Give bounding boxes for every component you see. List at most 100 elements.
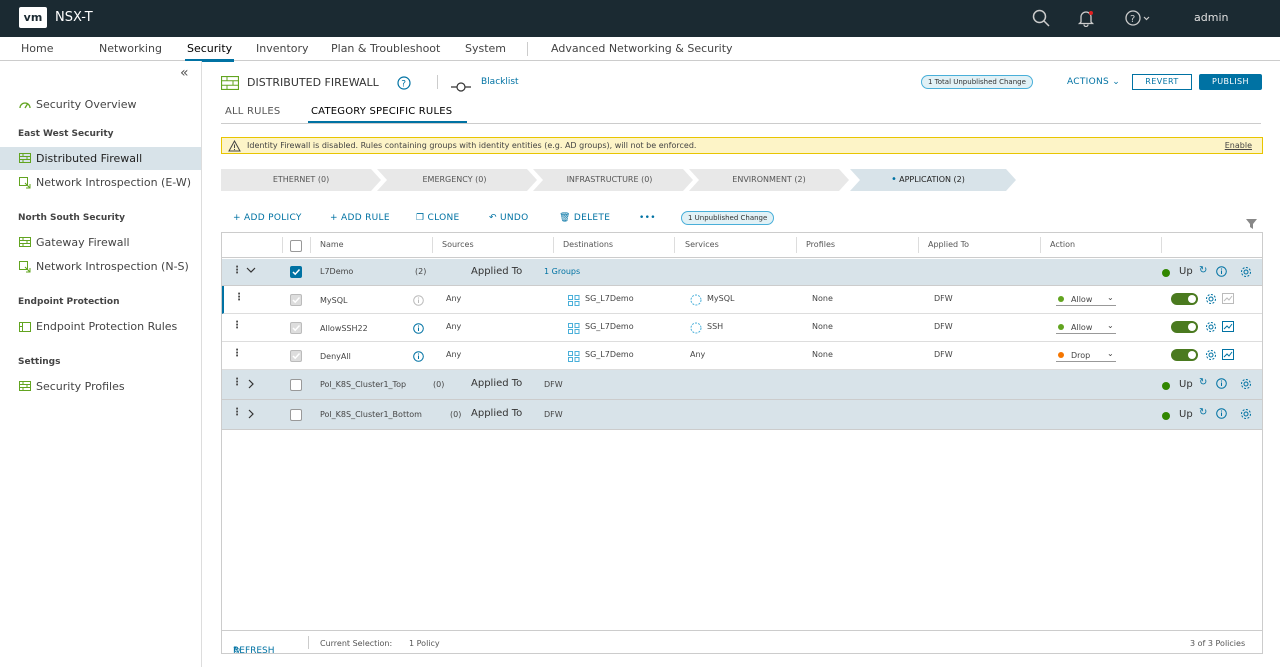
chevron-down-icon[interactable] [246,266,256,276]
actions-dropdown[interactable]: ACTIONS ⌄ [1067,77,1120,87]
rule-row[interactable]: ⋮ AllowSSH22 Any SG_L7Demo SSH None DFW … [222,314,1262,342]
gear-icon[interactable] [1205,349,1217,363]
refresh-status-icon[interactable]: ↻ [1199,407,1207,418]
help-icon[interactable]: ? [397,75,411,94]
nav-home[interactable]: Home [21,42,53,55]
sidebar-item-security-overview[interactable]: Security Overview [0,93,201,116]
kebab-menu-icon[interactable]: ⋮ [232,265,242,276]
policy-applied-to[interactable]: DFW [544,380,563,389]
info-icon[interactable] [1216,378,1227,391]
category-emergency[interactable]: EMERGENCY (0) [382,169,527,191]
info-icon[interactable] [413,323,424,336]
info-icon[interactable] [413,351,424,364]
sidebar-item-network-introspection-ns[interactable]: Network Introspection (N-S) [0,255,201,278]
kebab-menu-icon[interactable]: ⋮ [232,407,242,418]
policy-applied-to-link[interactable]: 1 Groups [544,267,580,276]
refresh-status-icon[interactable]: ↻ [1199,377,1207,388]
select-all-checkbox[interactable] [290,240,302,252]
nav-inventory[interactable]: Inventory [256,42,309,55]
search-icon[interactable] [1032,9,1050,31]
rule-profile[interactable]: None [812,294,833,303]
rule-checkbox[interactable] [290,350,302,362]
rule-profile[interactable]: None [812,350,833,359]
gear-icon[interactable] [1240,266,1252,280]
rule-applied-to[interactable]: DFW [934,350,953,359]
rule-service[interactable]: Any [690,350,705,359]
stats-icon[interactable] [1222,321,1234,334]
kebab-menu-icon[interactable]: ⋮ [232,348,242,359]
nav-security[interactable]: Security [184,42,235,62]
gear-icon[interactable] [1240,378,1252,392]
policy-checkbox[interactable] [290,379,302,391]
policy-checkbox[interactable] [290,266,302,278]
rule-action-select[interactable]: Allow ⌄ [1056,320,1116,334]
rule-destination[interactable]: SG_L7Demo [585,322,634,331]
sidebar-item-distributed-firewall[interactable]: Distributed Firewall [0,147,201,170]
category-ethernet[interactable]: ETHERNET (0) [221,169,381,191]
gear-icon[interactable] [1240,408,1252,422]
user-menu[interactable]: admin [1194,11,1228,24]
gear-icon[interactable] [1205,321,1217,335]
rule-enabled-toggle[interactable] [1171,321,1198,333]
clone-button[interactable]: ❐ CLONE [416,213,460,223]
rule-row[interactable]: ⋮ DenyAll Any SG_L7Demo Any None DFW Dro… [222,342,1262,370]
policy-row[interactable]: ⋮ Pol_K8S_Cluster1_Bottom (0) Applied To… [222,400,1262,430]
refresh-status-icon[interactable]: ↻ [1199,265,1207,276]
collapse-sidebar-icon[interactable]: « [180,65,189,81]
blacklist-link[interactable]: Blacklist [481,77,519,87]
rule-action-select[interactable]: Allow ⌄ [1056,292,1116,306]
info-icon[interactable] [1216,266,1227,279]
undo-button[interactable]: ↶ UNDO [489,213,529,223]
policy-applied-to[interactable]: DFW [544,410,563,419]
kebab-menu-icon[interactable]: ⋮ [232,320,242,331]
enable-link[interactable]: Enable [1225,141,1252,150]
publish-button[interactable]: PUBLISH [1199,74,1262,90]
category-application[interactable]: APPLICATION (2) [892,169,972,191]
category-infrastructure[interactable]: INFRASTRUCTURE (0) [537,169,682,191]
rule-sources[interactable]: Any [446,350,461,359]
rule-sources[interactable]: Any [446,294,461,303]
rule-destination[interactable]: SG_L7Demo [585,350,634,359]
rule-applied-to[interactable]: DFW [934,322,953,331]
chevron-right-icon[interactable] [247,379,255,391]
policy-row[interactable]: ⋮ Pol_K8S_Cluster1_Top (0) Applied To DF… [222,370,1262,400]
add-policy-button[interactable]: + ADD POLICY [233,213,302,223]
nav-system[interactable]: System [465,42,506,55]
chevron-right-icon[interactable] [247,409,255,421]
rule-enabled-toggle[interactable] [1171,349,1198,361]
stats-icon[interactable] [1222,349,1234,362]
rule-enabled-toggle[interactable] [1171,293,1198,305]
rule-sources[interactable]: Any [446,322,461,331]
kebab-menu-icon[interactable]: ⋮ [234,292,244,303]
policy-checkbox[interactable] [290,409,302,421]
tab-all-rules[interactable]: ALL RULES [225,106,280,117]
filter-icon[interactable] [1246,214,1257,233]
rule-applied-to[interactable]: DFW [934,294,953,303]
rule-service[interactable]: SSH [707,322,723,331]
info-icon[interactable] [1216,408,1227,421]
stats-icon[interactable] [1222,293,1234,306]
policy-row[interactable]: ⋮ L7Demo (2) Applied To 1 Groups Up ↻ [222,259,1262,286]
kebab-menu-icon[interactable]: ⋮ [232,377,242,388]
info-icon[interactable] [413,295,424,308]
nav-advanced-networking[interactable]: Advanced Networking & Security [551,42,733,55]
nav-plan-troubleshoot[interactable]: Plan & Troubleshoot [331,42,440,55]
help-icon[interactable]: ? [1125,9,1153,31]
sidebar-item-security-profiles[interactable]: Security Profiles [0,375,201,398]
gear-icon[interactable] [1205,293,1217,307]
nav-networking[interactable]: Networking [99,42,162,55]
tab-category-specific-rules[interactable]: CATEGORY SPECIFIC RULES [311,106,452,117]
rule-profile[interactable]: None [812,322,833,331]
rule-row[interactable]: ⋮ MySQL Any SG_L7Demo MySQL None DFW All… [222,286,1262,314]
revert-button[interactable]: REVERT [1132,74,1192,90]
sidebar-item-network-introspection-ew[interactable]: Network Introspection (E-W) [0,171,201,194]
rule-action-select[interactable]: Drop ⌄ [1056,348,1116,362]
delete-button[interactable]: 🗑 DELETE [559,213,610,223]
rule-destination[interactable]: SG_L7Demo [585,294,634,303]
sidebar-item-gateway-firewall[interactable]: Gateway Firewall [0,231,201,254]
sidebar-item-endpoint-protection-rules[interactable]: Endpoint Protection Rules [0,315,201,338]
category-environment[interactable]: ENVIRONMENT (2) [694,169,844,191]
rule-checkbox[interactable] [290,322,302,334]
add-rule-button[interactable]: + ADD RULE [330,213,390,223]
rule-service[interactable]: MySQL [707,294,734,303]
